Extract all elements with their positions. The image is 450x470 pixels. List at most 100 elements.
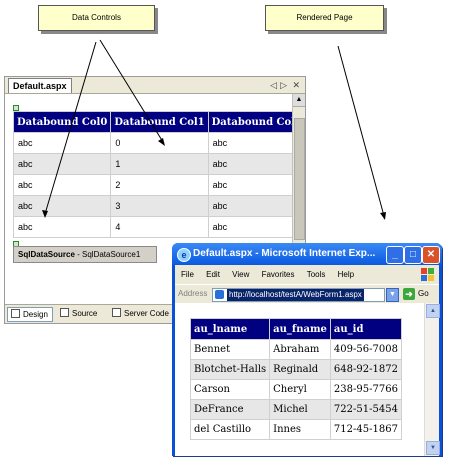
table-row: Blotchet-Halls Reginald 648-92-1872 <box>189 359 402 380</box>
close-button[interactable]: ✕ <box>422 246 440 264</box>
table-row: abc 4 abc <box>12 216 305 238</box>
table-cell: 648-92-1872 <box>329 359 402 380</box>
browser-titlebar: e Default.aspx - Microsoft Internet Exp.… <box>172 243 442 265</box>
table-cell: abc <box>207 132 305 154</box>
column-header: au_lname <box>189 318 271 340</box>
menu-bar: File Edit View Favorites Tools Help <box>175 265 439 284</box>
table-cell: Abraham <box>269 339 331 360</box>
table-cell: abc <box>207 153 305 175</box>
table-row: abc 0 abc <box>12 132 305 154</box>
table-cell: Michel <box>269 399 331 420</box>
table-cell: Bennet <box>189 339 271 360</box>
menu-favorites[interactable]: Favorites <box>262 270 295 279</box>
table-cell: Blotchet-Halls <box>189 359 271 380</box>
scroll-thumb[interactable] <box>294 118 305 240</box>
table-cell: 2 <box>110 174 209 196</box>
table-row: del Castillo Innes 712-45-1867 <box>189 419 402 440</box>
menu-view[interactable]: View <box>232 270 249 279</box>
data-controls-callout: Data Controls <box>38 5 155 31</box>
table-cell: abc <box>207 216 305 238</box>
browser-scrollbar[interactable]: ▲ ▼ <box>424 303 440 456</box>
gridview-header-row: au_lname au_fname au_id <box>189 318 402 340</box>
gridview-header-row: Databound Col0 Databound Col1 Databound … <box>12 111 305 133</box>
server-code-icon <box>112 308 121 317</box>
table-cell: 1 <box>110 153 209 175</box>
tab-label: Design <box>23 310 48 319</box>
menu-help[interactable]: Help <box>338 270 354 279</box>
table-cell: 409-56-7008 <box>329 339 402 360</box>
maximize-button[interactable]: □ <box>404 246 422 264</box>
close-icon[interactable]: ✕ <box>292 78 300 92</box>
table-cell: 3 <box>110 195 209 217</box>
table-cell: 4 <box>110 216 209 238</box>
table-cell: abc <box>12 132 112 154</box>
table-row: Bennet Abraham 409-56-7008 <box>189 339 402 360</box>
table-cell: abc <box>12 153 112 175</box>
column-header: Databound Col1 <box>110 111 209 133</box>
table-cell: Innes <box>269 419 331 440</box>
table-cell: 238-95-7766 <box>329 379 402 400</box>
tab-label: Source <box>72 309 98 318</box>
scroll-up-icon[interactable]: ▲ <box>426 304 440 318</box>
document-tab[interactable]: Default.aspx <box>8 78 72 93</box>
tab-source[interactable]: Source <box>57 307 101 320</box>
scroll-down-icon[interactable]: ▼ <box>426 441 440 455</box>
datasource-id: SqlDataSource1 <box>82 250 141 259</box>
source-icon <box>60 308 69 317</box>
table-cell: 712-45-1867 <box>329 419 402 440</box>
tab-label: Server Code <box>124 309 169 318</box>
rendered-gridview: au_lname au_fname au_id Bennet Abraham 4… <box>189 318 402 440</box>
table-cell: abc <box>12 195 112 217</box>
table-row: Carson Cheryl 238-95-7766 <box>189 379 402 400</box>
datasource-type: SqlDataSource <box>18 250 75 259</box>
table-cell: 722-51-5454 <box>329 399 402 420</box>
table-cell: 0 <box>110 132 209 154</box>
tab-scroll-right-icon[interactable]: ▷ <box>280 78 287 92</box>
table-cell: abc <box>207 195 305 217</box>
designer-titlebar: Default.aspx ◁ ▷ ✕ <box>5 77 305 94</box>
table-cell: del Castillo <box>189 419 271 440</box>
tab-design[interactable]: Design <box>7 307 53 322</box>
rendered-page-callout: Rendered Page <box>265 5 384 31</box>
table-cell: Carson <box>189 379 271 400</box>
chevron-down-icon[interactable]: ▼ <box>386 288 399 302</box>
address-bar: Address http://localhost/testA/WebForm1.… <box>175 284 439 304</box>
windows-logo-icon <box>421 268 434 281</box>
table-row: DeFrance Michel 722-51-5454 <box>189 399 402 420</box>
browser-content: au_lname au_fname au_id Bennet Abraham 4… <box>175 303 440 456</box>
table-row: abc 3 abc <box>12 195 305 217</box>
table-cell: Reginald <box>269 359 331 380</box>
table-cell: abc <box>207 174 305 196</box>
go-button[interactable]: Go <box>418 285 429 303</box>
table-cell: DeFrance <box>189 399 271 420</box>
browser-title: Default.aspx - Microsoft Internet Exp... <box>193 248 376 259</box>
address-input[interactable]: http://localhost/testA/WebForm1.aspx <box>212 288 385 302</box>
column-header: au_id <box>329 318 402 340</box>
menu-tools[interactable]: Tools <box>307 270 326 279</box>
arrow-line-to-rendered-page <box>337 45 385 217</box>
designer-gridview[interactable]: Databound Col0 Databound Col1 Databound … <box>12 111 305 238</box>
browser-window: e Default.aspx - Microsoft Internet Exp.… <box>172 243 442 456</box>
column-header: Databound Col0 <box>12 111 112 133</box>
ie-logo-icon: e <box>177 248 191 262</box>
scroll-up-icon[interactable]: ▲ <box>293 94 305 107</box>
arrowhead-icon <box>380 212 386 220</box>
design-icon <box>11 309 20 318</box>
tab-scroll-left-icon[interactable]: ◁ <box>270 78 277 92</box>
table-row: abc 2 abc <box>12 174 305 196</box>
table-cell: abc <box>12 174 112 196</box>
sqldatasource-control[interactable]: SqlDataSource - SqlDataSource1 <box>13 246 157 263</box>
tab-server-code[interactable]: Server Code <box>109 307 173 320</box>
table-cell: Cheryl <box>269 379 331 400</box>
column-header: Databound Col2 <box>207 111 305 133</box>
address-label: Address <box>178 289 208 298</box>
page-icon <box>215 290 224 299</box>
go-arrow-icon[interactable]: ➜ <box>403 288 415 300</box>
table-cell: abc <box>12 216 112 238</box>
menu-file[interactable]: File <box>181 270 194 279</box>
column-header: au_fname <box>269 318 331 340</box>
menu-edit[interactable]: Edit <box>206 270 220 279</box>
table-row: abc 1 abc <box>12 153 305 175</box>
address-url: http://localhost/testA/WebForm1.aspx <box>227 289 364 301</box>
minimize-button[interactable]: _ <box>386 246 404 264</box>
